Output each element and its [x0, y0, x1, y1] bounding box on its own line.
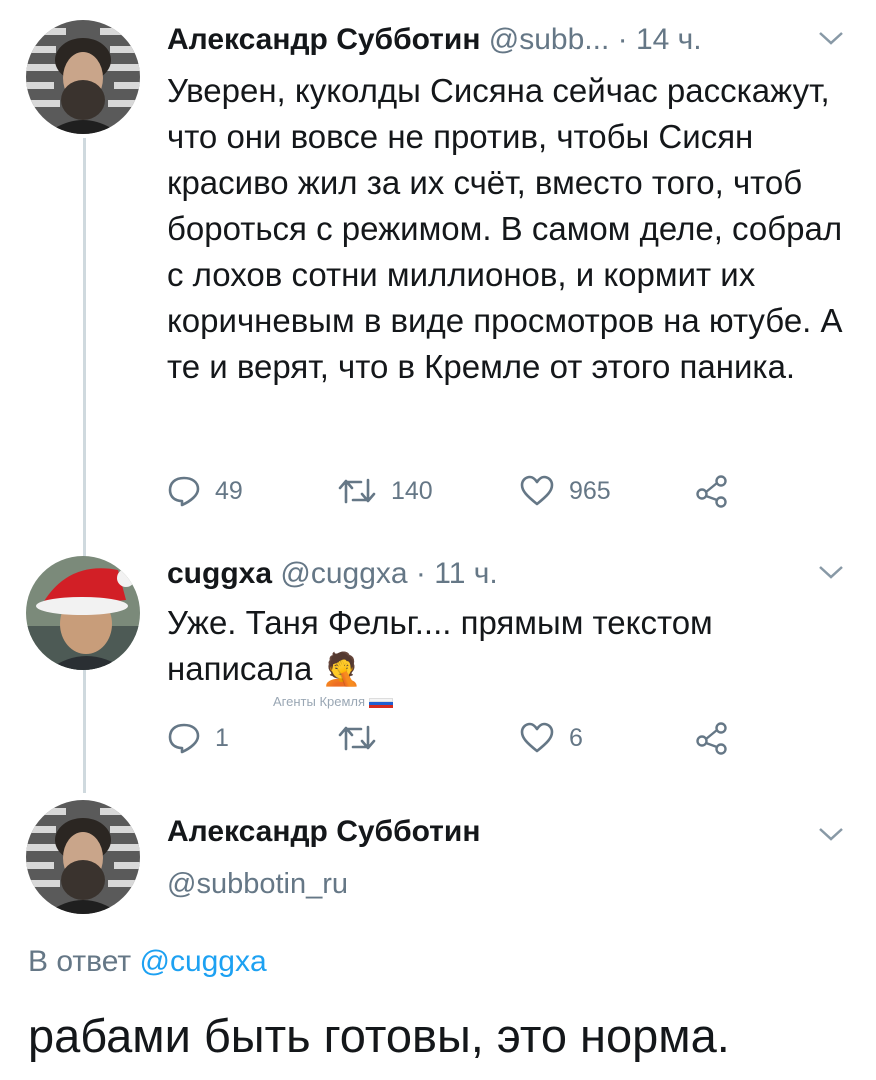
retweet-count: 140 — [391, 476, 433, 505]
author-handle[interactable]: @subb... — [489, 23, 610, 56]
tweet-header: cuggxa @cuggxa · 11 ч. — [167, 556, 498, 592]
tweet-actions: 1 6 — [167, 718, 767, 758]
reply-icon — [167, 475, 201, 507]
avatar[interactable] — [26, 20, 140, 134]
chevron-down-icon[interactable] — [818, 826, 844, 842]
tweet-text: Уверен, куколды Сисяна сейчас расскажут,… — [167, 72, 843, 385]
reply-prefix: В ответ — [28, 945, 132, 978]
thread-line — [83, 138, 86, 793]
retweet-icon — [337, 476, 377, 506]
tweet-header: Александр Субботин @subb... · 14 ч. — [167, 22, 702, 58]
watermark-text: Агенты Кремля — [273, 694, 366, 709]
reply-icon — [167, 722, 201, 754]
like-count: 6 — [569, 723, 583, 752]
like-icon — [519, 722, 555, 754]
reply-context: В ответ @cuggxa — [28, 944, 267, 980]
retweet-button[interactable] — [337, 718, 377, 758]
flag-icon — [369, 698, 394, 709]
like-icon — [519, 475, 555, 507]
chevron-down-icon[interactable] — [818, 30, 844, 46]
reply-mention-link[interactable]: @cuggxa — [139, 945, 266, 978]
author-name[interactable]: cuggxa — [167, 557, 272, 590]
tweet-text-content: Уже. Таня Фельг.... прямым текстом напис… — [167, 604, 713, 687]
watermark: Агенты Кремля — [273, 694, 394, 709]
chevron-down-icon[interactable] — [818, 564, 844, 580]
like-button[interactable]: 965 — [519, 471, 611, 511]
reply-button[interactable]: 1 — [167, 718, 229, 758]
author-handle[interactable]: @subbotin_ru — [167, 866, 348, 902]
author-name[interactable]: Александр Субботин — [167, 23, 480, 56]
share-button[interactable] — [694, 471, 730, 511]
timestamp[interactable]: · 14 ч. — [618, 23, 702, 56]
like-count: 965 — [569, 476, 611, 505]
tweet-text: Уже. Таня Фельг.... прямым текстом напис… — [167, 600, 827, 692]
reply-button[interactable]: 49 — [167, 471, 243, 511]
share-icon — [694, 721, 730, 755]
retweet-icon — [337, 723, 377, 753]
reply-count: 49 — [215, 476, 243, 505]
tweet-actions: 49 140 965 — [167, 471, 767, 511]
author-name[interactable]: Александр Субботин — [167, 814, 480, 850]
reply-count: 1 — [215, 723, 229, 752]
timestamp[interactable]: · 11 ч. — [416, 557, 498, 590]
avatar[interactable] — [26, 800, 140, 914]
tweet-text: рабами быть готовы, это норма. — [28, 1009, 730, 1062]
like-button[interactable]: 6 — [519, 718, 583, 758]
share-icon — [694, 474, 730, 508]
facepalm-emoji: 🤦 — [321, 650, 362, 688]
avatar[interactable] — [26, 556, 140, 670]
author-handle[interactable]: @cuggxa — [280, 557, 407, 590]
share-button[interactable] — [694, 718, 730, 758]
retweet-button[interactable]: 140 — [337, 471, 433, 511]
